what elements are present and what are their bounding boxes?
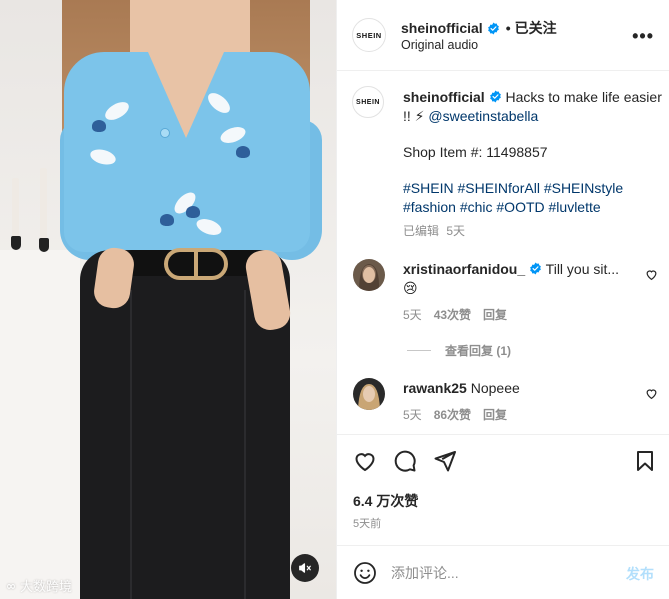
heart-pattern	[236, 146, 250, 158]
mention-link[interactable]: @sweetinstabella	[428, 108, 538, 124]
comment-likes[interactable]: 43次赞	[434, 306, 471, 323]
caption-meta: 已编辑 5天	[403, 222, 663, 241]
mute-button[interactable]	[291, 554, 319, 582]
speaker-muted-icon	[299, 563, 311, 573]
verified-badge-icon	[489, 90, 501, 103]
smiley-icon[interactable]	[353, 561, 377, 585]
comment-username[interactable]: xristinaorfanidou_	[403, 261, 525, 277]
heart-icon[interactable]	[353, 449, 377, 473]
edited-label: 已编辑	[403, 224, 440, 238]
post-actions: 6.4 万次赞 5天前	[337, 434, 669, 544]
comment-body: Nopeee	[470, 380, 520, 396]
candle-holder	[11, 236, 21, 250]
view-replies-button[interactable]: 查看回复 (1)	[407, 342, 511, 359]
comment-time: 5天	[403, 408, 422, 422]
candle-holder	[39, 238, 49, 252]
candle	[40, 168, 47, 238]
comment-like-heart-icon[interactable]	[645, 268, 658, 281]
more-options-icon[interactable]: •••	[632, 26, 654, 47]
add-comment-bar: 发布	[337, 545, 669, 599]
avatar-photo	[353, 378, 385, 410]
candle	[12, 178, 19, 238]
post-video[interactable]: ∞ 大数跨境	[0, 0, 336, 599]
comment-meta: 5天 86次赞 回复	[403, 406, 507, 423]
post-time-ago: 5天前	[353, 518, 382, 530]
watermark: ∞ 大数跨境	[6, 576, 73, 596]
header-username-row: sheinofficial • 已关注	[401, 18, 557, 38]
caption-time: 5天	[446, 224, 466, 238]
comment-text: xristinaorfanidou_ Till you sit...😢	[403, 260, 633, 298]
comment-input[interactable]	[391, 562, 611, 584]
view-replies-label: 查看回复 (1)	[445, 344, 512, 358]
comment-username[interactable]: rawank25	[403, 380, 467, 396]
comment-meta: 5天 43次赞 回复	[403, 306, 507, 323]
avatar-photo	[353, 259, 385, 291]
post-header: SHEIN sheinofficial • 已关注 Original audio…	[337, 0, 669, 71]
caption-avatar[interactable]: SHEIN	[352, 86, 384, 118]
username-link[interactable]: sheinofficial	[401, 20, 483, 36]
avatar[interactable]: SHEIN	[352, 18, 386, 52]
hashtag-links[interactable]: #SHEIN #SHEINforAll #SHEINstyle #fashion…	[403, 179, 663, 217]
comment-like-heart-icon[interactable]	[645, 387, 658, 400]
caption-first-line: sheinofficial Hacks to make life easier …	[403, 88, 663, 126]
commenter-avatar[interactable]	[353, 378, 385, 410]
audio-link[interactable]: Original audio	[401, 38, 478, 52]
following-button[interactable]: 已关注	[515, 18, 557, 38]
cardigan-button	[160, 128, 170, 138]
watermark-logo-icon: ∞	[6, 578, 16, 593]
post-side-panel: SHEIN sheinofficial • 已关注 Original audio…	[336, 0, 669, 599]
pants-seam	[244, 290, 246, 599]
pants-seam	[130, 290, 132, 599]
heart-pattern	[160, 214, 174, 226]
shop-item-text: Shop Item #: 11498857	[403, 144, 548, 160]
comment-bubble-icon[interactable]	[393, 449, 417, 473]
post-caption: sheinofficial Hacks to make life easier …	[403, 88, 663, 241]
comment-time: 5天	[403, 308, 422, 322]
heart-pattern	[186, 206, 200, 218]
reply-button[interactable]: 回复	[483, 306, 507, 323]
comments-section[interactable]: SHEIN sheinofficial Hacks to make life e…	[337, 72, 669, 434]
belt-buckle	[164, 248, 228, 280]
avatar-text: SHEIN	[356, 30, 382, 40]
heart-pattern	[92, 120, 106, 132]
background-shelf	[0, 250, 80, 599]
commenter-avatar[interactable]	[353, 259, 385, 291]
bookmark-icon[interactable]	[633, 449, 657, 473]
verified-badge-icon	[487, 22, 499, 34]
reply-button[interactable]: 回复	[483, 406, 507, 423]
replies-divider-line	[407, 350, 431, 351]
verified-badge-icon	[530, 262, 541, 275]
separator-dot: •	[505, 20, 511, 36]
watermark-text: 大数跨境	[20, 580, 73, 595]
avatar-text: SHEIN	[356, 98, 380, 106]
paper-plane-icon[interactable]	[433, 449, 457, 473]
comment-text: rawank25 Nopeee	[403, 379, 633, 398]
post-likes-count[interactable]: 6.4 万次赞	[353, 491, 418, 511]
post-comment-button[interactable]: 发布	[626, 564, 654, 584]
comment-likes[interactable]: 86次赞	[434, 406, 471, 423]
caption-username[interactable]: sheinofficial	[403, 89, 485, 105]
